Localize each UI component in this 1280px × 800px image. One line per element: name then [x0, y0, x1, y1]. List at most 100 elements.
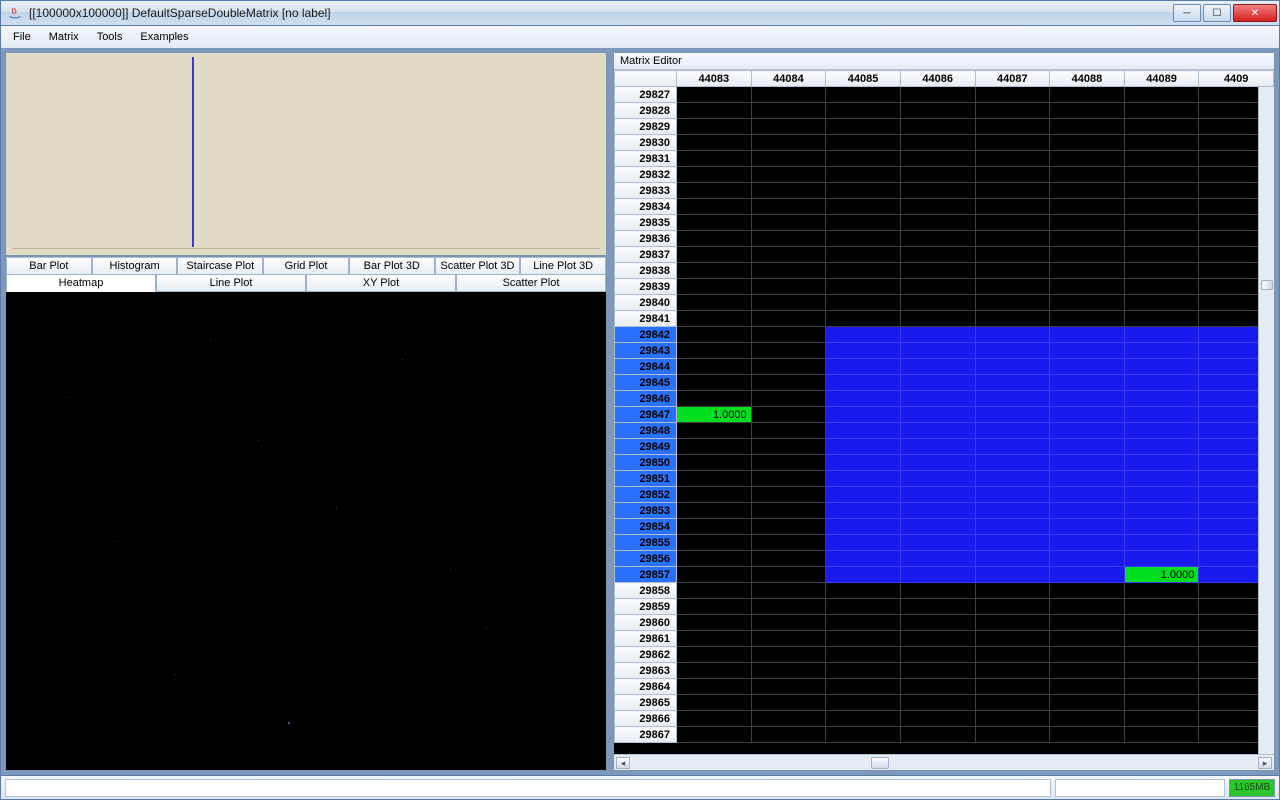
- row-header[interactable]: 29862: [615, 647, 677, 663]
- matrix-cell[interactable]: [1050, 135, 1125, 151]
- matrix-cell[interactable]: [751, 103, 826, 119]
- matrix-cell[interactable]: [900, 679, 975, 695]
- matrix-cell[interactable]: [975, 439, 1050, 455]
- row-header[interactable]: 29856: [615, 551, 677, 567]
- matrix-cell[interactable]: [677, 695, 752, 711]
- heatmap-view[interactable]: [6, 292, 606, 770]
- matrix-cell[interactable]: [1124, 407, 1199, 423]
- matrix-cell[interactable]: [1124, 695, 1199, 711]
- matrix-cell[interactable]: [1050, 343, 1125, 359]
- matrix-cell[interactable]: [826, 727, 901, 743]
- matrix-cell[interactable]: [1050, 711, 1125, 727]
- matrix-cell[interactable]: [751, 711, 826, 727]
- row-header[interactable]: 29840: [615, 295, 677, 311]
- matrix-cell[interactable]: [826, 647, 901, 663]
- matrix-cell[interactable]: [900, 615, 975, 631]
- matrix-cell[interactable]: [826, 615, 901, 631]
- matrix-cell[interactable]: [826, 343, 901, 359]
- matrix-cell[interactable]: [677, 679, 752, 695]
- matrix-cell[interactable]: [1050, 311, 1125, 327]
- matrix-cell[interactable]: [1124, 375, 1199, 391]
- matrix-cell[interactable]: [677, 135, 752, 151]
- matrix-cell[interactable]: [677, 439, 752, 455]
- matrix-cell[interactable]: [975, 647, 1050, 663]
- matrix-cell[interactable]: [975, 199, 1050, 215]
- matrix-cell[interactable]: [826, 519, 901, 535]
- matrix-cell[interactable]: [900, 199, 975, 215]
- matrix-cell[interactable]: [1050, 647, 1125, 663]
- matrix-cell[interactable]: [975, 263, 1050, 279]
- matrix-cell[interactable]: [900, 183, 975, 199]
- matrix-cell[interactable]: [1050, 439, 1125, 455]
- row-header[interactable]: 29837: [615, 247, 677, 263]
- matrix-cell[interactable]: [900, 695, 975, 711]
- matrix-cell[interactable]: [826, 247, 901, 263]
- matrix-cell[interactable]: [1124, 455, 1199, 471]
- row-header[interactable]: 29838: [615, 263, 677, 279]
- matrix-cell[interactable]: [975, 455, 1050, 471]
- matrix-cell[interactable]: [900, 119, 975, 135]
- matrix-cell[interactable]: [1124, 87, 1199, 103]
- tab-bar-plot[interactable]: Bar Plot: [6, 258, 92, 275]
- matrix-cell[interactable]: [677, 151, 752, 167]
- matrix-cell[interactable]: [677, 727, 752, 743]
- row-header[interactable]: 29846: [615, 391, 677, 407]
- matrix-cell[interactable]: [751, 151, 826, 167]
- row-header[interactable]: 29848: [615, 423, 677, 439]
- row-header[interactable]: 29827: [615, 87, 677, 103]
- matrix-cell[interactable]: [751, 343, 826, 359]
- matrix-cell[interactable]: [677, 487, 752, 503]
- matrix-cell[interactable]: [1124, 311, 1199, 327]
- tab-staircase-plot[interactable]: Staircase Plot: [177, 258, 263, 275]
- menu-file[interactable]: File: [5, 29, 39, 45]
- matrix-cell[interactable]: [677, 295, 752, 311]
- matrix-cell[interactable]: [900, 359, 975, 375]
- matrix-cell[interactable]: [826, 135, 901, 151]
- matrix-cell[interactable]: [1124, 487, 1199, 503]
- matrix-cell[interactable]: [1050, 183, 1125, 199]
- matrix-cell[interactable]: [677, 87, 752, 103]
- matrix-cell[interactable]: [1124, 471, 1199, 487]
- matrix-cell[interactable]: [826, 423, 901, 439]
- matrix-cell[interactable]: [751, 215, 826, 231]
- matrix-cell[interactable]: [826, 279, 901, 295]
- matrix-cell[interactable]: [975, 471, 1050, 487]
- matrix-cell[interactable]: [826, 263, 901, 279]
- matrix-cell[interactable]: [751, 551, 826, 567]
- matrix-cell[interactable]: [751, 407, 826, 423]
- matrix-cell[interactable]: [975, 487, 1050, 503]
- vertical-scrollbar[interactable]: [1258, 87, 1274, 754]
- matrix-cell[interactable]: [900, 519, 975, 535]
- matrix-cell[interactable]: [677, 343, 752, 359]
- matrix-cell[interactable]: [900, 503, 975, 519]
- matrix-cell[interactable]: [826, 327, 901, 343]
- matrix-cell[interactable]: [1124, 711, 1199, 727]
- matrix-cell[interactable]: [751, 695, 826, 711]
- matrix-cell[interactable]: [751, 279, 826, 295]
- matrix-cell[interactable]: [826, 103, 901, 119]
- matrix-cell[interactable]: [1124, 647, 1199, 663]
- matrix-cell[interactable]: [1124, 727, 1199, 743]
- matrix-cell[interactable]: [751, 231, 826, 247]
- matrix-cell[interactable]: [900, 103, 975, 119]
- matrix-cell[interactable]: [975, 535, 1050, 551]
- menu-examples[interactable]: Examples: [132, 29, 196, 45]
- row-header[interactable]: 29865: [615, 695, 677, 711]
- matrix-cell[interactable]: [975, 423, 1050, 439]
- col-header[interactable]: 44085: [826, 71, 901, 87]
- matrix-cell[interactable]: [751, 199, 826, 215]
- matrix-cell[interactable]: [1050, 119, 1125, 135]
- row-header[interactable]: 29849: [615, 439, 677, 455]
- matrix-cell[interactable]: [677, 231, 752, 247]
- matrix-cell[interactable]: [975, 615, 1050, 631]
- matrix-cell[interactable]: [1124, 519, 1199, 535]
- matrix-cell[interactable]: [975, 711, 1050, 727]
- row-header[interactable]: 29864: [615, 679, 677, 695]
- tab-bar-plot-3d[interactable]: Bar Plot 3D: [349, 258, 435, 275]
- matrix-cell[interactable]: [1050, 551, 1125, 567]
- matrix-cell[interactable]: [975, 231, 1050, 247]
- matrix-cell[interactable]: [1050, 727, 1125, 743]
- matrix-cell[interactable]: [1050, 615, 1125, 631]
- matrix-cell[interactable]: [826, 471, 901, 487]
- matrix-cell[interactable]: [826, 583, 901, 599]
